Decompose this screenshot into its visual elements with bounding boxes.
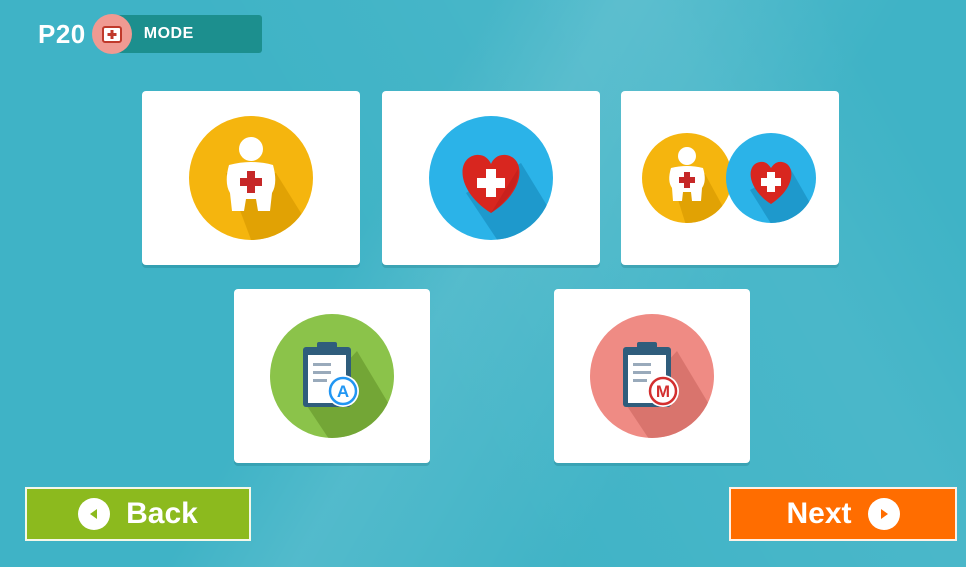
person-and-heart-icon [642,133,816,223]
tile-manual-mode[interactable]: M [554,289,750,463]
tile-combined-mode[interactable] [621,91,839,265]
screen: P20 MODE A M Back Next [0,0,966,567]
tile-heart-mode[interactable] [382,91,600,265]
medical-kit-icon [91,14,132,54]
tile-auto-mode[interactable]: A [234,289,430,463]
tile-body-mode[interactable] [142,91,360,265]
svg-text:A: A [337,382,349,401]
mode-indicator[interactable]: MODE [91,13,262,55]
mode-label: MODE [143,25,194,42]
next-label: Next [786,497,852,530]
arrow-left-icon [78,498,111,530]
header: P20 MODE [38,13,262,55]
next-button[interactable]: Next [729,487,957,541]
person-health-icon [189,116,313,240]
clipboard-a-icon: A [270,314,394,438]
svg-text:M: M [656,382,670,401]
back-button[interactable]: Back [25,487,251,541]
page-number: P20 [38,18,86,49]
heart-health-icon [429,116,553,240]
back-label: Back [126,497,198,530]
arrow-right-icon [867,498,900,530]
clipboard-m-icon: M [590,314,714,438]
